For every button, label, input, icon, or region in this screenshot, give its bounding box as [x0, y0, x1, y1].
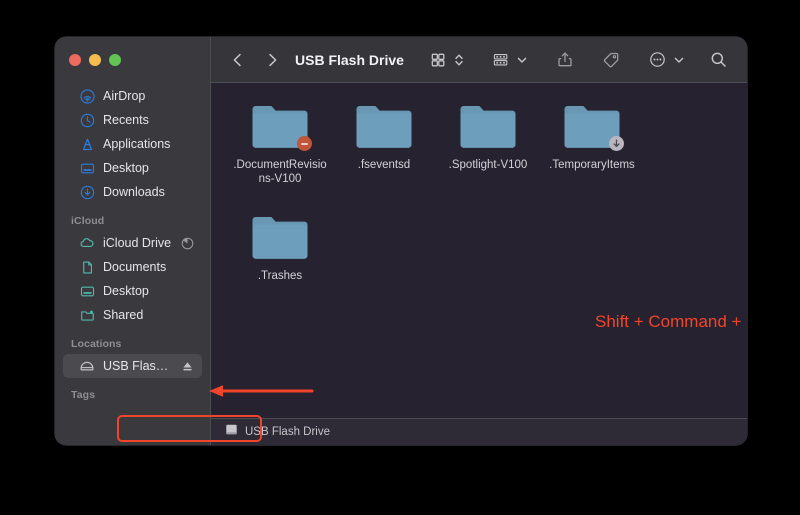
sidebar-item-label: Applications — [103, 137, 171, 151]
toolbar: USB Flash Drive — [211, 37, 747, 83]
sidebar: AirDrop Recents Applications Desktop Dow… — [55, 37, 262, 445]
file-name: .Spotlight-V100 — [448, 159, 528, 171]
file-browser-content[interactable]: .DocumentRevisions-V100 .fseventsd .Spot… — [211, 83, 747, 418]
window-body: AirDrop Recents Applications Desktop Dow… — [55, 37, 747, 445]
file-name: .TemporaryItems — [549, 159, 635, 171]
sidebar-item-label: USB Flash... — [103, 359, 172, 373]
folder-icon — [250, 212, 310, 262]
sidebar-item-icloud-desktop[interactable]: Desktop — [63, 279, 202, 303]
group-controls — [487, 47, 530, 73]
sidebar-item-label: Recents — [103, 113, 149, 127]
sidebar-group-locations: Locations — [71, 338, 122, 350]
sidebar-item-applications[interactable]: Applications — [63, 132, 202, 156]
airdrop-icon — [79, 88, 95, 104]
applications-icon — [79, 136, 95, 152]
view-controls — [425, 47, 466, 73]
download-badge-icon — [609, 136, 624, 151]
folder-icon — [458, 101, 518, 151]
close-button[interactable] — [69, 53, 81, 66]
sidebar-item-usb-flash[interactable]: USB Flash... — [63, 354, 202, 378]
status-label: USB Flash Drive — [245, 426, 330, 438]
clock-icon — [79, 112, 95, 128]
sidebar-item-documents[interactable]: Documents — [63, 255, 202, 279]
sidebar-list[interactable]: AirDrop Recents Applications Desktop Dow… — [55, 82, 210, 445]
sidebar-item-airdrop[interactable]: AirDrop — [63, 84, 202, 108]
search-icon[interactable] — [705, 47, 731, 73]
sidebar-item-label: iCloud Drive — [103, 236, 172, 250]
red-arrow-annotation — [209, 385, 314, 397]
sidebar-item-label: Documents — [103, 260, 167, 274]
eject-icon[interactable] — [180, 359, 194, 373]
page-title: USB Flash Drive — [295, 51, 404, 68]
sidebar-item-label: Shared — [103, 308, 144, 322]
sidebar-group-icloud: iCloud — [71, 215, 105, 227]
desktop-icon — [79, 283, 95, 299]
forward-button[interactable] — [259, 47, 285, 73]
sidebar-item-label: Desktop — [103, 161, 149, 175]
document-icon — [79, 259, 95, 275]
maximize-button[interactable] — [109, 53, 121, 66]
shortcut-hint-annotation: Shift + Command + > — [595, 312, 747, 331]
downloads-icon — [79, 184, 95, 200]
back-button[interactable] — [225, 47, 251, 73]
icon-view-button[interactable] — [425, 47, 451, 73]
sidebar-item-downloads[interactable]: Downloads — [63, 180, 202, 204]
screenshot-root: AirDrop Recents Applications Desktop Dow… — [0, 0, 800, 515]
more-icon[interactable] — [644, 47, 670, 73]
list-item[interactable]: .Spotlight-V100 — [437, 93, 539, 186]
sidebar-item-shared[interactable]: Shared — [63, 303, 202, 327]
sidebar-item-label: AirDrop — [103, 89, 146, 103]
chevron-down-icon[interactable] — [671, 47, 687, 73]
sidebar-item-recents[interactable]: Recents — [63, 108, 202, 132]
file-name: .DocumentRevisions-V100 — [233, 159, 327, 185]
sidebar-item-label: Desktop — [103, 284, 149, 298]
traffic-lights — [55, 37, 210, 82]
shared-folder-icon — [79, 307, 95, 323]
drive-icon — [225, 423, 238, 441]
sidebar-item-desktop[interactable]: Desktop — [63, 156, 202, 180]
restricted-badge-icon — [297, 136, 312, 151]
list-item[interactable]: .fseventsd — [333, 93, 435, 186]
file-name: .fseventsd — [357, 159, 411, 171]
minimize-button[interactable] — [89, 53, 101, 66]
folder-icon — [250, 101, 312, 151]
list-item[interactable]: .TemporaryItems — [541, 93, 643, 186]
folder-icon — [354, 101, 414, 151]
status-bar: USB Flash Drive — [211, 418, 747, 445]
tag-icon[interactable] — [598, 47, 624, 73]
chevron-down-icon[interactable] — [514, 47, 530, 73]
share-button[interactable] — [552, 47, 578, 73]
progress-icon — [180, 236, 194, 250]
external-drive-icon — [79, 358, 95, 374]
sidebar-group-tags: Tags — [71, 389, 96, 401]
sidebar-item-icloud-drive[interactable]: iCloud Drive — [63, 231, 202, 255]
finder-window: AirDrop Recents Applications Desktop Dow… — [55, 37, 747, 445]
more-controls — [644, 47, 687, 73]
file-name: .Trashes — [257, 270, 303, 282]
desktop-icon — [79, 160, 95, 176]
folder-icon — [562, 101, 624, 151]
sidebar-item-label: Downloads — [103, 185, 165, 199]
view-stepper-icon[interactable] — [452, 47, 466, 73]
list-item[interactable]: .Trashes — [229, 204, 331, 283]
list-item[interactable]: .DocumentRevisions-V100 — [229, 93, 331, 186]
group-items-icon[interactable] — [487, 47, 513, 73]
cloud-icon — [79, 235, 95, 251]
icon-grid: .DocumentRevisions-V100 .fseventsd .Spot… — [229, 93, 747, 283]
